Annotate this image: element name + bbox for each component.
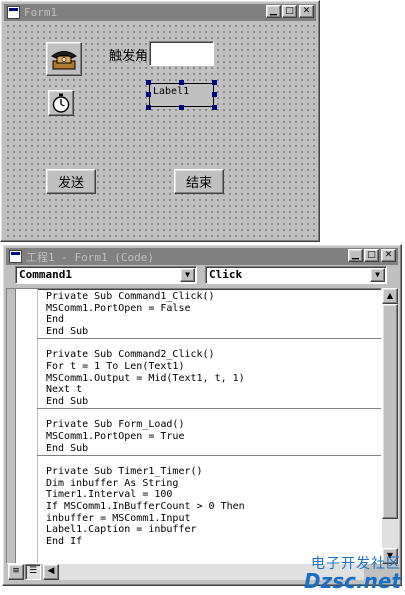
horizontal-scroll-track[interactable] <box>59 564 364 580</box>
procedure-timer1-timer: Private Sub Timer1_Timer() Dim inbuffer … <box>37 466 381 547</box>
text1-textbox[interactable] <box>149 41 214 66</box>
code-titlebar[interactable]: 工程1 - Form1 (Code) ▁ □ ✕ <box>6 248 398 265</box>
full-module-view-icon[interactable]: ☰ <box>25 564 41 580</box>
procedure-combo-value: Click <box>209 268 243 281</box>
form1-design-surface[interactable]: 触发角 Label1 发送 结束 <box>4 22 316 240</box>
close-icon[interactable]: ✕ <box>299 5 314 18</box>
code-line: End Sub <box>46 395 89 407</box>
code-window: 工程1 - Form1 (Code) ▁ □ ✕ Command1 ▼ Clic… <box>2 244 402 586</box>
procedure-separator <box>37 338 381 340</box>
procedure-separator <box>37 455 381 457</box>
maximize-icon[interactable]: □ <box>282 5 297 18</box>
selection-handle-bm[interactable] <box>179 105 184 110</box>
stopwatch-icon <box>52 93 70 113</box>
scrollbar-thumb[interactable] <box>382 304 398 519</box>
form1-title: Form1 <box>24 6 58 19</box>
code-line: End <box>46 314 65 326</box>
procedure-separator <box>37 408 381 410</box>
code-line: Dim inbuffer As String <box>46 477 179 489</box>
label1-caption: Label1 <box>153 86 190 97</box>
mscomm-control[interactable] <box>46 42 82 76</box>
form1-window: Form1 ▁ □ ✕ 触发角 Label1 发送 结束 <box>0 0 320 242</box>
scroll-left-icon[interactable]: ◀ <box>43 564 59 580</box>
send-button[interactable]: 发送 <box>46 169 96 194</box>
selection-handle-br[interactable] <box>212 105 217 110</box>
code-line: MSComm1.Output = Mid(Text1, t, 1) <box>46 372 245 384</box>
code-line: End If <box>46 535 83 547</box>
code-line: Timer1.Interval = 100 <box>46 489 173 501</box>
selection-handle-tl[interactable] <box>146 80 151 85</box>
code-line: End Sub <box>46 442 89 454</box>
code-line: Next t <box>46 384 83 396</box>
procedure-combo[interactable]: Click ▼ <box>205 266 387 284</box>
code-line: Private Sub Command1_Click() <box>46 291 215 302</box>
object-combo[interactable]: Command1 ▼ <box>15 266 197 284</box>
close-icon[interactable]: ✕ <box>381 249 396 262</box>
code-line: MSComm1.PortOpen = True <box>46 430 185 442</box>
code-line: End Sub <box>46 325 89 337</box>
chevron-down-icon[interactable]: ▼ <box>180 268 195 282</box>
end-button[interactable]: 结束 <box>174 169 224 194</box>
selection-handle-mr[interactable] <box>212 92 217 97</box>
form-icon <box>7 6 20 19</box>
code-line: Private Sub Form_Load() <box>46 419 185 431</box>
telephone-icon <box>51 51 77 70</box>
code-editor[interactable]: Private Sub Command1_Click() MSComm1.Por… <box>6 288 382 564</box>
code-window-icon <box>9 250 22 263</box>
scroll-down-icon[interactable]: ▼ <box>382 548 398 564</box>
code-line: Label1.Caption = inbuffer <box>46 524 197 536</box>
code-line: inbuffer = MSComm1.Input <box>46 512 191 524</box>
margin-indicator-bar[interactable] <box>15 289 38 563</box>
code-line: Private Sub Timer1_Timer() <box>46 466 203 478</box>
vertical-scrollbar[interactable]: ▲ ▼ <box>382 288 399 564</box>
bottom-bar: ≡ ☰ ◀ <box>6 564 382 581</box>
selection-handle-tr[interactable] <box>212 80 217 85</box>
code-line: MSComm1.PortOpen = False <box>46 302 191 314</box>
code-line: For t = 1 To Len(Text1) <box>46 360 185 372</box>
code-line: Private Sub Command2_Click() <box>46 349 215 361</box>
procedure-command1-click: Private Sub Command1_Click() MSComm1.Por… <box>37 291 381 340</box>
code-line: If MSComm1.InBufferCount > 0 Then <box>46 500 245 512</box>
selection-handle-tm[interactable] <box>179 80 184 85</box>
scroll-up-icon[interactable]: ▲ <box>382 288 398 304</box>
editor-gutter <box>7 289 15 563</box>
minimize-icon[interactable]: ▁ <box>348 249 363 262</box>
trigger-angle-label: 触发角 <box>109 49 149 64</box>
code-lines: Private Sub Command1_Click() MSComm1.Por… <box>37 291 381 547</box>
procedure-command2-click: Private Sub Command2_Click() For t = 1 T… <box>37 349 381 410</box>
timer-control[interactable] <box>48 90 74 116</box>
code-window-title: 工程1 - Form1 (Code) <box>26 250 154 264</box>
maximize-icon[interactable]: □ <box>364 249 379 262</box>
chevron-down-icon[interactable]: ▼ <box>370 268 385 282</box>
form1-titlebar[interactable]: Form1 ▁ □ ✕ <box>4 4 316 21</box>
selection-handle-bl[interactable] <box>146 105 151 110</box>
label1-control[interactable]: Label1 <box>149 83 214 107</box>
procedure-form-load: Private Sub Form_Load() MSComm1.PortOpen… <box>37 419 381 457</box>
minimize-icon[interactable]: ▁ <box>266 5 281 18</box>
procedure-view-icon[interactable]: ≡ <box>8 564 24 580</box>
object-combo-value: Command1 <box>19 268 72 281</box>
selection-handle-ml[interactable] <box>146 92 151 97</box>
